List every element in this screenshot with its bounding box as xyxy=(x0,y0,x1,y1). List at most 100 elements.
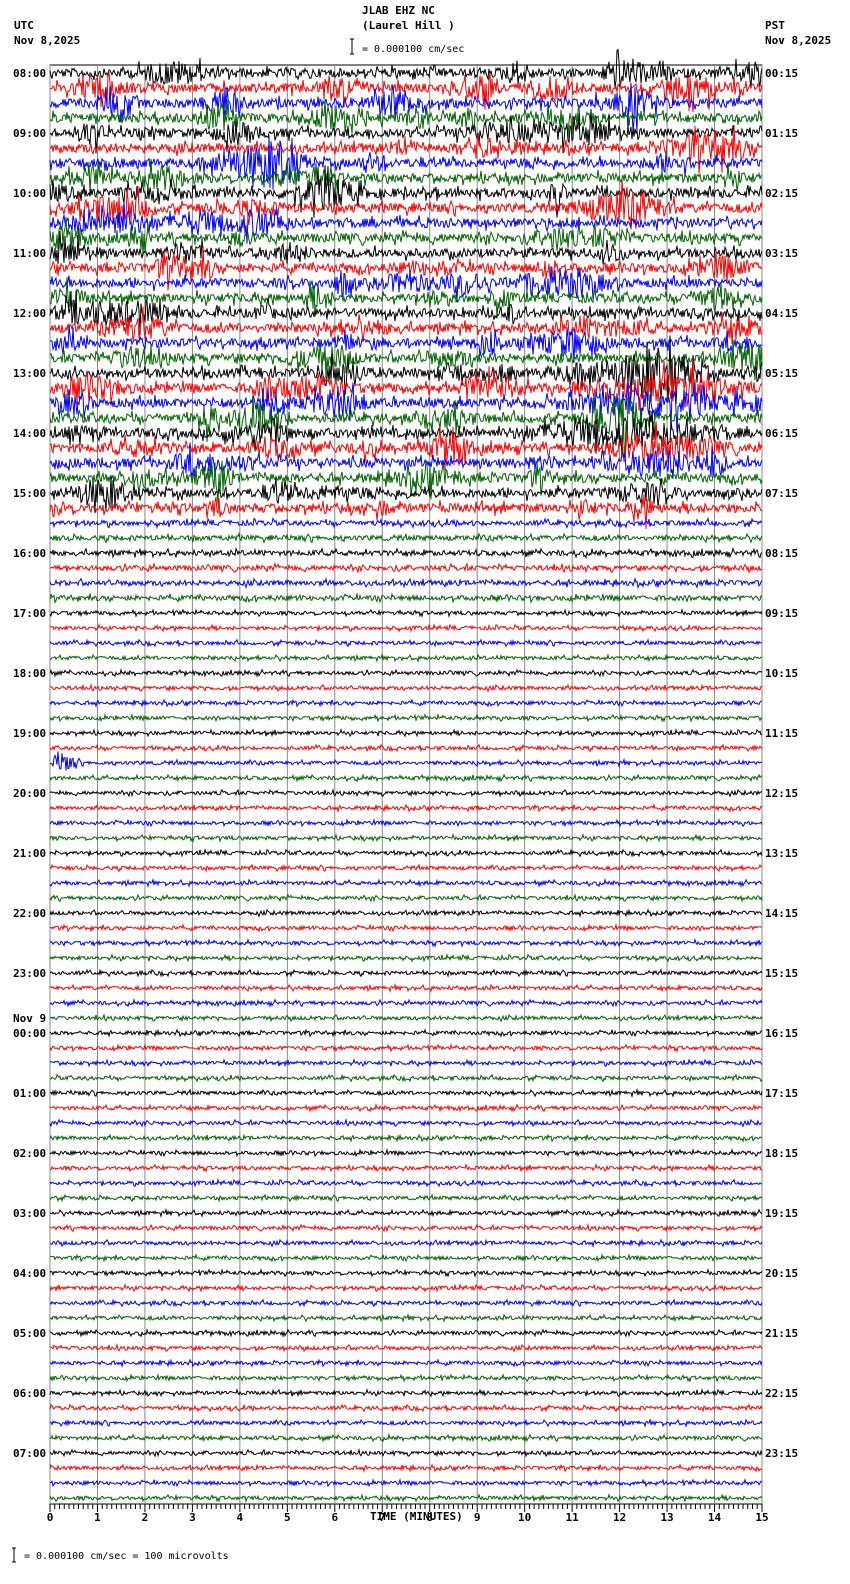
seismic-trace xyxy=(49,743,763,753)
seismic-trace xyxy=(49,1268,763,1278)
seismic-trace xyxy=(50,1253,763,1263)
seismic-trace xyxy=(49,531,763,544)
seismic-trace xyxy=(49,608,763,618)
seismic-trace xyxy=(49,546,763,560)
x-tick-label: 10 xyxy=(518,1511,531,1524)
seismic-trace xyxy=(49,1238,763,1249)
utc-hour-label: 18:00 xyxy=(13,667,46,680)
seismic-trace xyxy=(49,1102,763,1113)
pst-hour-label: 08:15 xyxy=(765,547,798,560)
pst-hour-label: 16:15 xyxy=(765,1027,798,1040)
x-tick-label: 14 xyxy=(708,1511,722,1524)
x-tick-label: 12 xyxy=(613,1511,626,1524)
right-timezone: PST xyxy=(765,19,785,32)
seismic-trace xyxy=(49,751,763,771)
scale-bar-icon xyxy=(350,38,354,55)
seismic-trace xyxy=(49,1432,763,1443)
utc-hour-label: 08:00 xyxy=(13,67,46,80)
seismic-trace xyxy=(49,983,763,993)
seismic-trace xyxy=(49,728,762,738)
seismic-trace xyxy=(49,1088,763,1098)
pst-hour-label: 10:15 xyxy=(765,667,798,680)
seismogram-plot: JLAB EHZ NC (Laurel Hill ) UTC Nov 8,202… xyxy=(12,4,831,1563)
seismic-trace xyxy=(49,713,763,723)
seismic-trace xyxy=(49,1463,763,1474)
seismic-trace xyxy=(49,1478,763,1488)
utc-hour-label: 19:00 xyxy=(13,727,46,740)
utc-hour-label: 02:00 xyxy=(13,1147,46,1160)
pst-hour-label: 20:15 xyxy=(765,1267,798,1280)
pst-hour-label: 18:15 xyxy=(765,1147,798,1160)
pst-hour-label: 11:15 xyxy=(765,727,798,740)
pst-hour-label: 22:15 xyxy=(765,1387,798,1400)
seismic-trace xyxy=(49,863,763,873)
seismic-trace xyxy=(49,667,763,678)
seismic-trace xyxy=(49,516,763,530)
x-axis-title: TIME (MINUTES) xyxy=(370,1510,463,1523)
utc-hour-label: 14:00 xyxy=(13,427,46,440)
station-title: JLAB EHZ NC xyxy=(362,4,435,17)
seismic-trace xyxy=(49,1117,763,1128)
seismic-trace xyxy=(49,923,763,933)
seismic-trace xyxy=(49,938,763,948)
x-tick-label: 1 xyxy=(94,1511,101,1524)
seismic-trace xyxy=(49,1028,763,1039)
seismic-trace xyxy=(49,1073,763,1083)
left-timezone: UTC xyxy=(14,19,34,32)
seismic-trace xyxy=(49,592,763,604)
utc-hour-label: 05:00 xyxy=(13,1327,46,1340)
x-tick-label: 9 xyxy=(474,1511,481,1524)
seismic-trace xyxy=(49,772,763,783)
date-change-label: Nov 9 xyxy=(13,1012,46,1025)
seismic-trace xyxy=(49,1163,763,1173)
pst-hour-label: 14:15 xyxy=(765,907,798,920)
utc-hour-label: 23:00 xyxy=(13,967,46,980)
seismic-trace xyxy=(49,1058,763,1068)
pst-hour-label: 15:15 xyxy=(765,967,798,980)
pst-hour-label: 19:15 xyxy=(765,1207,798,1220)
x-tick-label: 15 xyxy=(755,1511,768,1524)
seismic-trace xyxy=(49,1178,763,1188)
seismic-trace xyxy=(49,1283,763,1293)
utc-hour-label: 03:00 xyxy=(13,1207,46,1220)
utc-hour-label: 13:00 xyxy=(13,367,46,380)
footer-scale-icon xyxy=(12,1547,16,1563)
x-tick-label: 5 xyxy=(284,1511,291,1524)
seismic-trace xyxy=(49,48,763,89)
utc-hour-label: 21:00 xyxy=(13,847,46,860)
seismic-trace xyxy=(49,953,763,963)
utc-hour-label: 06:00 xyxy=(13,1387,46,1400)
seismic-trace xyxy=(49,1133,763,1144)
seismic-trace xyxy=(49,1373,763,1383)
seismic-trace xyxy=(49,1313,763,1323)
pst-hour-label: 04:15 xyxy=(765,307,798,320)
utc-hour-label: 04:00 xyxy=(13,1267,46,1280)
pst-hour-label: 02:15 xyxy=(765,187,798,200)
x-tick-label: 11 xyxy=(566,1511,580,1524)
seismic-trace xyxy=(49,1388,763,1398)
x-tick-label: 2 xyxy=(142,1511,149,1524)
pst-hour-label: 13:15 xyxy=(765,847,798,860)
right-date: Nov 8,2025 xyxy=(765,34,831,47)
pst-hour-label: 03:15 xyxy=(765,247,798,260)
utc-hour-label: 12:00 xyxy=(13,307,46,320)
footer-scale-note: = 0.000100 cm/sec = 100 microvolts xyxy=(24,1551,229,1562)
scale-label: = 0.000100 cm/sec xyxy=(362,44,464,55)
seismic-trace xyxy=(49,908,763,919)
utc-hour-label: 22:00 xyxy=(13,907,46,920)
left-date: Nov 8,2025 xyxy=(14,34,80,47)
seismic-trace xyxy=(49,1148,763,1158)
seismic-trace xyxy=(49,1447,763,1458)
utc-hour-label: 01:00 xyxy=(13,1087,46,1100)
seismic-trace xyxy=(49,1298,763,1308)
x-tick-label: 6 xyxy=(331,1511,338,1524)
pst-hour-label: 07:15 xyxy=(765,487,798,500)
seismic-trace xyxy=(49,1207,763,1218)
x-tick-label: 0 xyxy=(47,1511,54,1524)
seismic-trace xyxy=(49,1222,763,1233)
seismic-trace xyxy=(49,787,763,798)
seismic-trace xyxy=(49,561,763,574)
utc-hour-label: 10:00 xyxy=(13,187,46,200)
seismic-trace xyxy=(49,682,763,693)
seismic-trace xyxy=(49,818,763,828)
